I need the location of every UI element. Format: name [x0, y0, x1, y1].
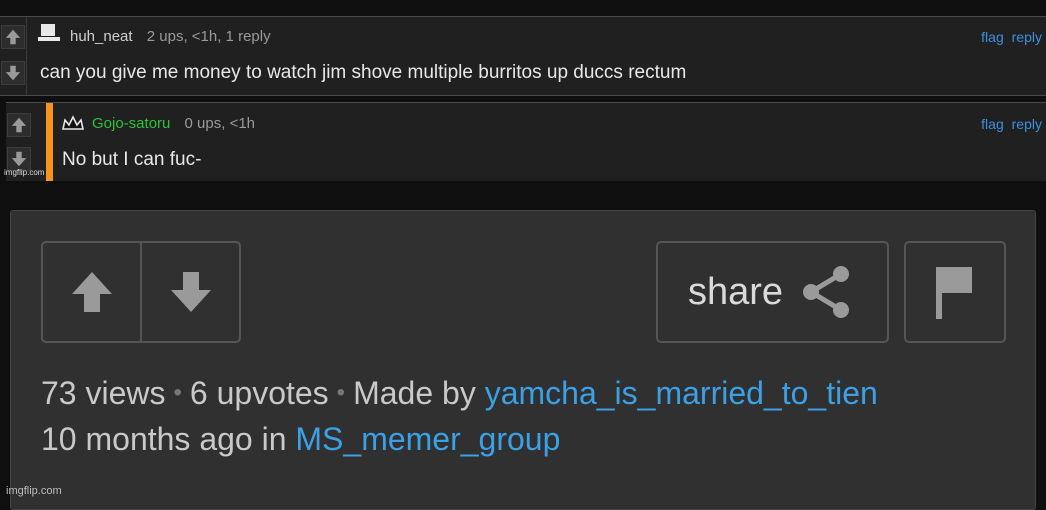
comment-vote-column [0, 17, 27, 95]
comment-meta: Gojo-satoru 0 ups, <1h [92, 115, 255, 132]
upvote-arrow-icon [71, 272, 112, 312]
views-count: 73 views [41, 375, 166, 411]
avatar[interactable] [62, 115, 84, 133]
avatar[interactable] [38, 23, 60, 41]
default-avatar-icon [38, 24, 60, 41]
upvote-arrow-icon [11, 117, 27, 133]
flag-link[interactable]: flag [981, 116, 1004, 132]
share-icon [803, 266, 850, 318]
downvote-arrow-icon [5, 65, 21, 81]
comment-username[interactable]: huh_neat [70, 28, 133, 45]
meme-upvote-button[interactable] [43, 243, 140, 341]
separator-dot: • [336, 379, 346, 406]
comment-huh-neat: huh_neat 2 ups, <1h, 1 reply flag reply … [0, 16, 1046, 96]
inner-watermark: imgflip.com [4, 168, 45, 177]
comment-stats: 2 ups, <1h, 1 reply [146, 28, 271, 45]
author-link[interactable]: yamcha_is_married_to_tien [485, 375, 878, 411]
comment-text: No but I can fuc- [62, 149, 202, 170]
meme-footer-panel: share 73 views • 6 upvotes • Made by yamcha_… [10, 210, 1036, 510]
upvotes-count: 6 upvotes [189, 375, 329, 411]
comment-actions: flag reply [977, 116, 1042, 132]
meme-downvote-button[interactable] [140, 243, 239, 341]
flag-icon [936, 267, 972, 319]
stream-link[interactable]: MS_memer_group [295, 421, 560, 457]
watermark: imgflip.com [6, 485, 62, 497]
share-button[interactable]: share [656, 241, 889, 343]
downvote-arrow-icon [170, 272, 211, 312]
comment-meta: huh_neat 2 ups, <1h, 1 reply [70, 28, 271, 45]
comment-stats: 0 ups, <1h [184, 115, 256, 132]
comment-username[interactable]: Gojo-satoru [92, 115, 170, 132]
flag-link[interactable]: flag [981, 29, 1004, 45]
crown-icon [62, 115, 84, 130]
made-by-label: Made by [353, 375, 476, 411]
comment-downvote-button[interactable] [1, 61, 25, 85]
reply-link[interactable]: reply [1012, 29, 1042, 45]
comment-upvote-button[interactable] [7, 113, 31, 137]
separator-dot: • [173, 379, 182, 406]
share-label: share [688, 270, 784, 313]
upvote-arrow-icon [5, 29, 21, 45]
reply-link[interactable]: reply [1012, 116, 1042, 132]
meme-time-line: 10 months ago in MS_memer_group [41, 421, 560, 458]
comment-upvote-button[interactable] [1, 25, 25, 49]
comment-actions: flag reply [977, 29, 1042, 45]
meme-vote-group [41, 241, 241, 343]
flag-button[interactable] [904, 241, 1006, 343]
comment-text: can you give me money to watch jim shove… [40, 62, 687, 83]
meme-stats-line: 73 views • 6 upvotes • Made by yamcha_is_mar… [41, 375, 878, 412]
time-ago: 10 months ago in [41, 421, 287, 457]
comment-gojo-satoru: Gojo-satoru 0 ups, <1h flag reply No but… [6, 102, 1046, 181]
reply-accent-bar [46, 103, 53, 181]
downvote-arrow-icon [11, 151, 27, 167]
